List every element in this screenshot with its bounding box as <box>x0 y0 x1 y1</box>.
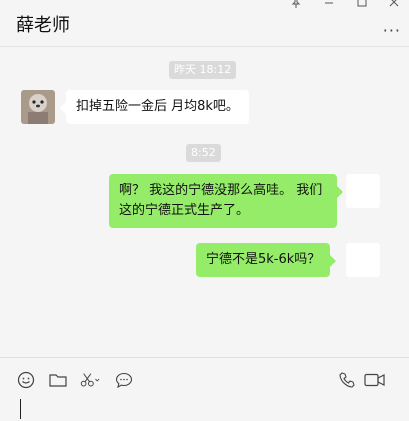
scissors-icon[interactable] <box>80 370 100 390</box>
phone-icon[interactable] <box>337 370 357 390</box>
pin-icon[interactable] <box>290 0 302 12</box>
timestamp: 8:52 <box>186 144 221 162</box>
chat-header: 薛老师 ··· <box>0 0 409 46</box>
input-divider <box>0 357 409 358</box>
my-avatar[interactable] <box>346 243 380 277</box>
more-icon[interactable]: ··· <box>383 21 401 40</box>
folder-icon[interactable] <box>48 370 68 390</box>
avatar[interactable] <box>21 90 55 124</box>
timestamp: 昨天 18:12 <box>169 61 237 79</box>
video-icon[interactable] <box>364 370 386 390</box>
chat-bubble-icon[interactable] <box>114 370 134 390</box>
my-avatar[interactable] <box>346 174 380 208</box>
close-icon[interactable] <box>388 0 400 12</box>
header-divider <box>0 46 409 47</box>
outgoing-message[interactable]: 啊？ 我这的宁德没那么高哇。 我们这的宁德正式生产了。 <box>109 174 343 228</box>
chat-title: 薛老师 <box>16 15 70 36</box>
outgoing-message[interactable]: 宁德不是5k-6k吗？ <box>196 243 337 277</box>
minimize-icon[interactable] <box>323 0 335 12</box>
emoji-icon[interactable] <box>16 370 36 390</box>
text-cursor <box>20 399 21 419</box>
maximize-icon[interactable] <box>356 0 368 12</box>
incoming-message[interactable]: 扣掉五险一金后 月均8k吧。 <box>60 90 249 124</box>
message-input[interactable] <box>0 392 409 421</box>
